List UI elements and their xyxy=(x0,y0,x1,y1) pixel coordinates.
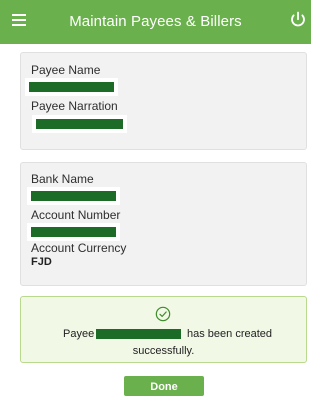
account-number-redacted-value xyxy=(31,227,116,237)
account-currency-label: Account Currency xyxy=(31,241,127,255)
done-button[interactable]: Done xyxy=(124,376,204,396)
payee-details-card: Payee Name Payee Narration xyxy=(20,52,307,150)
payee-name-redacted-in-message xyxy=(96,329,181,339)
payee-name-label: Payee Name xyxy=(31,63,101,77)
account-currency-value: FJD xyxy=(31,256,52,268)
page-title: Maintain Payees & Billers xyxy=(69,13,242,30)
account-number-label: Account Number xyxy=(31,208,121,222)
success-message-box: Payee has been created successfully. xyxy=(20,296,307,363)
bank-name-redacted-value xyxy=(31,191,116,201)
payee-narration-redacted-value xyxy=(36,119,123,129)
payee-name-redacted-value xyxy=(29,82,114,92)
check-circle-icon xyxy=(155,306,171,322)
bank-details-card: Bank Name Account Number Account Currenc… xyxy=(20,162,307,286)
success-prefix: Payee xyxy=(63,328,95,340)
success-suffix: has been created xyxy=(187,328,273,340)
bank-name-label: Bank Name xyxy=(31,172,94,186)
app-bar: Maintain Payees & Billers xyxy=(0,0,311,44)
payee-narration-label: Payee Narration xyxy=(31,99,118,113)
success-line-1: Payee has been created xyxy=(21,328,308,342)
power-icon[interactable] xyxy=(289,11,307,29)
success-line-2: successfully. xyxy=(132,345,195,357)
